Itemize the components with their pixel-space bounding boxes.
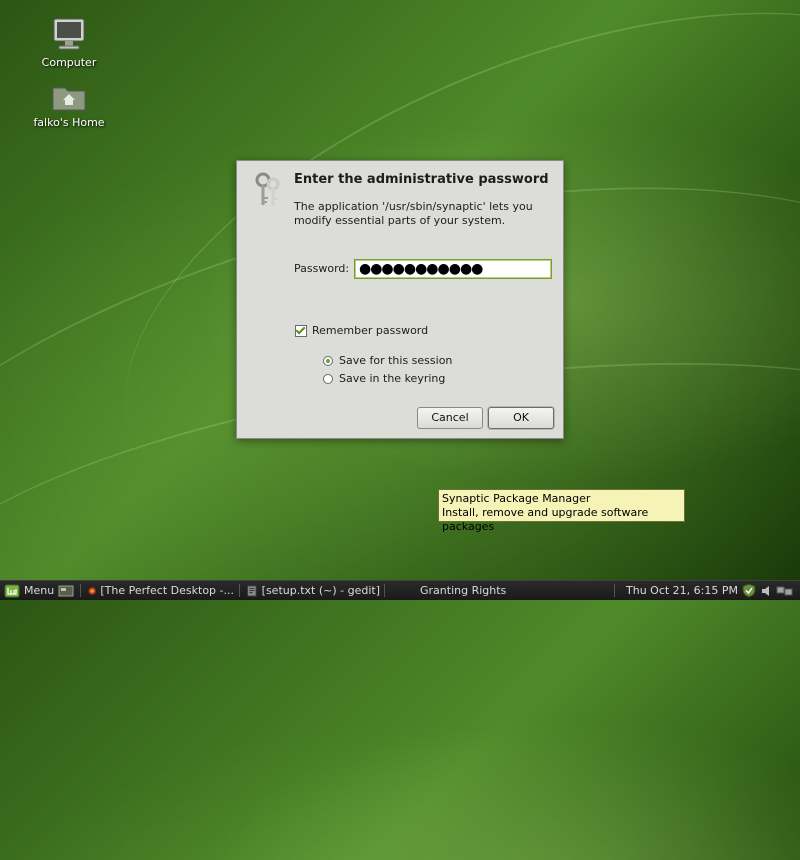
radio-save-session[interactable]: Save for this session	[323, 354, 452, 367]
keys-icon	[255, 172, 280, 206]
remember-password-checkbox[interactable]: Remember password	[295, 324, 428, 337]
radio-save-keyring[interactable]: Save in the keyring	[323, 372, 445, 385]
cancel-button-label: Cancel	[431, 411, 469, 424]
shield-icon	[742, 583, 756, 598]
tray-network[interactable]	[776, 581, 794, 600]
desktop-icon-home[interactable]: falko's Home	[24, 82, 114, 129]
radio-label: Save in the keyring	[339, 372, 446, 385]
task-gedit[interactable]: [setup.txt (~) - gedit]	[246, 581, 380, 600]
password-input[interactable]: ●●●●●●●●●●●	[354, 259, 552, 279]
tooltip-title: Synaptic Package Manager	[442, 492, 591, 505]
taskbar-separator	[80, 584, 81, 597]
taskbar-separator	[239, 584, 240, 597]
app-tooltip: Synaptic Package Manager Install, remove…	[438, 489, 685, 533]
taskbar-separator	[614, 584, 615, 597]
password-dialog: Enter the administrative password The ap…	[236, 160, 564, 439]
task-label: [setup.txt (~) - gedit]	[261, 584, 380, 597]
task-granting-rights[interactable]: Granting Rights	[420, 581, 600, 600]
ok-button-label: OK	[513, 411, 529, 424]
taskbar-separator	[384, 584, 385, 597]
password-label: Password:	[294, 262, 350, 275]
browser-icon	[88, 586, 96, 595]
taskbar: Menu [The Perfect Desktop -... [setup.tx…	[0, 580, 800, 600]
desktop-icon-label: falko's Home	[33, 116, 105, 129]
show-desktop-button[interactable]	[58, 581, 74, 600]
remember-password-label: Remember password	[312, 324, 429, 337]
task-label: Granting Rights	[420, 584, 507, 597]
task-browser[interactable]: [The Perfect Desktop -...	[88, 581, 234, 600]
radio-label: Save for this session	[339, 354, 453, 367]
dialog-description: The application '/usr/sbin/synaptic' let…	[294, 200, 533, 227]
desktop-icon-computer[interactable]: Computer	[24, 16, 114, 69]
dialog-title: Enter the administrative password	[294, 172, 549, 187]
menu-button[interactable]: Menu	[4, 581, 54, 600]
network-icon	[776, 586, 793, 595]
menu-label: Menu	[24, 584, 55, 597]
tooltip-description: Install, remove and upgrade software pac…	[442, 506, 649, 533]
ok-button[interactable]: OK	[488, 407, 554, 429]
tray-volume[interactable]	[761, 581, 771, 600]
radio-unselected-icon[interactable]	[323, 373, 333, 384]
tray-update-manager[interactable]	[742, 581, 756, 600]
show-desktop-icon	[58, 585, 74, 596]
clock-label: Thu Oct 21, 6:15 PM	[626, 584, 738, 597]
mint-menu-icon	[4, 584, 20, 597]
home-folder-icon	[52, 87, 86, 111]
text-editor-icon	[247, 585, 257, 596]
volume-icon	[762, 585, 769, 596]
task-label: [The Perfect Desktop -...	[100, 584, 234, 597]
radio-selected-icon[interactable]	[323, 355, 333, 366]
cancel-button[interactable]: Cancel	[417, 407, 483, 429]
clock[interactable]: Thu Oct 21, 6:15 PM	[626, 581, 738, 600]
checkbox-checked-icon[interactable]	[295, 324, 307, 337]
computer-icon	[53, 18, 85, 50]
desktop-icon-label: Computer	[41, 56, 97, 69]
